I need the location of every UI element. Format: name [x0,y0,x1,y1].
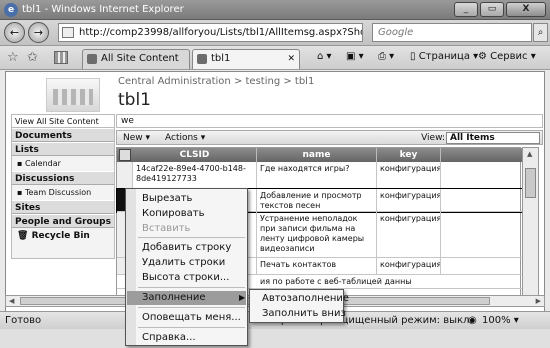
menu-row-height[interactable]: Высота строки... [142,272,229,283]
feeds-icon[interactable]: ▣ ▾ [346,51,364,62]
menu-help[interactable]: Справка... [142,332,196,343]
actions-button[interactable]: Actions ▾ [165,132,205,144]
view-label: View: [421,133,445,143]
site-logo [46,78,100,112]
tab-all-site-content[interactable]: All Site Content [82,49,190,69]
menu-separator [138,327,245,328]
tab-label: All Site Content [101,53,179,64]
column-name[interactable]: name [257,148,377,162]
globe-icon: ◉ [468,315,477,326]
ql-sites[interactable]: Sites [12,200,114,214]
menu-separator [138,237,245,238]
tab-page-icon [87,54,97,64]
ql-lists[interactable]: Lists [12,142,114,156]
filter-field[interactable]: we [116,114,543,128]
cell-name[interactable]: Устранение неполадок при записи фильма н… [257,212,377,257]
cell-clsid[interactable]: 14caf22e-89e4-4700-b148-8de419127733 [133,162,257,188]
search-input[interactable]: Google [372,23,532,42]
home-icon[interactable]: ⌂ ▾ [317,51,332,62]
cell-key[interactable]: конфигурация [377,258,441,274]
url-text: http://comp23998/allforyou/Lists/tbl1/Al… [79,27,363,38]
submenu-autofill[interactable]: Автозаполнение [262,293,349,304]
row-selector[interactable] [117,162,133,188]
cell-name[interactable]: Где находятся игры? [257,162,377,188]
favorites-star-icon[interactable]: ☆ [7,50,19,65]
scroll-thumb[interactable] [525,168,536,198]
title-bar: e tbl1 - Windows Internet Explorer _ ▭ X [0,0,550,20]
forward-button[interactable]: → [28,22,49,43]
menu-cut[interactable]: Вырезать [142,193,192,204]
ql-documents[interactable]: Documents [12,128,114,142]
new-button[interactable]: New ▾ [123,132,150,144]
tab-label: tbl1 [211,53,231,64]
url-input[interactable]: http://comp23998/allforyou/Lists/tbl1/Al… [58,23,363,42]
page-icon [62,27,74,38]
page-content: Central Administration > testing > tbl1 … [5,71,545,315]
minimize-button[interactable]: _ [454,2,478,17]
grid-select-all-icon[interactable] [119,149,131,161]
breadcrumb[interactable]: Central Administration > testing > tbl1 [118,76,314,87]
menu-delete-rows[interactable]: Удалить строки [142,257,225,268]
column-clsid[interactable]: CLSID [133,148,257,162]
quick-launch: View All Site Content Documents Lists ▪ … [11,114,115,259]
cell-key[interactable]: конфигурация [377,162,441,188]
menu-paste[interactable]: Вставить [142,223,190,234]
search-icon[interactable]: ⌕ [533,23,548,42]
quick-tabs-icon[interactable] [54,51,68,64]
menu-fill[interactable]: Заполнение [142,292,205,303]
bottom-strip [0,329,550,348]
ql-recycle-bin[interactable]: 🗑 Recycle Bin [12,228,114,244]
close-button[interactable]: X [506,2,546,17]
page-title: tbl1 [118,90,151,110]
column-key[interactable]: key [377,148,441,162]
print-icon[interactable]: ⎙ ▾ [378,51,394,62]
tab-tbl1[interactable]: tbl1 ✕ [192,49,300,69]
cell-name[interactable]: Печать контактов [257,258,377,274]
submenu-fill-down[interactable]: Заполнить вниз [262,308,346,319]
ql-discussions[interactable]: Discussions [12,171,114,185]
view-all-site-content-link[interactable]: View All Site Content [12,115,114,128]
tab-page-icon [197,54,207,64]
scroll-left-icon[interactable]: ◀ [9,297,14,305]
menu-add-row[interactable]: Добавить строку [142,242,231,253]
tab-close-icon[interactable]: ✕ [287,50,295,68]
scroll-up-icon[interactable]: ▲ [527,150,532,158]
add-favorite-icon[interactable]: ✩ [27,50,38,65]
grid-footer-text: ия по работе с веб-таблицей данны [260,277,412,286]
grid-header: CLSID name key [117,148,522,162]
tab-bar: ☆ ✩ All Site Content tbl1 ✕ ⌂ ▾ ▣ ▾ ⎙ ▾ … [0,46,550,70]
status-text: Готово [5,315,42,326]
menu-copy[interactable]: Копировать [142,208,204,219]
action-bar: New ▾ Actions ▾ View: All Items [116,130,543,145]
cell-key[interactable]: конфигурация [377,189,441,211]
list-toolbar: we New ▾ Actions ▾ View: All Items [116,114,543,150]
table-row[interactable]: 14caf22e-89e4-4700-b148-8de419127733 Где… [117,162,522,189]
menu-separator [138,307,245,308]
fill-submenu: Автозаполнение Заполнить вниз [249,289,349,323]
vertical-scrollbar[interactable]: ▲ ▼ [522,147,539,307]
restore-button[interactable]: ▭ [480,2,504,17]
back-button[interactable]: ← [4,22,25,43]
page-menu[interactable]: ▯ Страница ▾ [410,51,478,62]
view-select[interactable]: All Items [446,132,540,144]
address-bar: ← → http://comp23998/allforyou/Lists/tbl… [0,20,550,46]
service-menu[interactable]: ⚙ Сервис ▾ [478,51,536,62]
window-title: tbl1 - Windows Internet Explorer [22,4,184,15]
ie-logo-icon: e [4,3,18,17]
ql-team-discussion[interactable]: ▪ Team Discussion [12,185,114,200]
ql-people-groups[interactable]: People and Groups [12,214,114,228]
context-menu: Вырезать Копировать Вставить Добавить ст… [125,188,248,346]
menu-separator [138,287,245,288]
submenu-arrow-icon: ▶ [239,293,246,302]
ql-calendar[interactable]: ▪ Calendar [12,156,114,171]
cell-name[interactable]: Добавление и просмотр текстов песен [257,189,377,211]
zoom-level[interactable]: 100% ▾ [482,315,519,326]
scroll-right-icon[interactable]: ▶ [536,297,541,305]
menu-gutter [126,189,136,345]
menu-alert-me[interactable]: Оповещать меня... [142,312,241,323]
cell-key[interactable]: конфигурация [377,212,441,257]
